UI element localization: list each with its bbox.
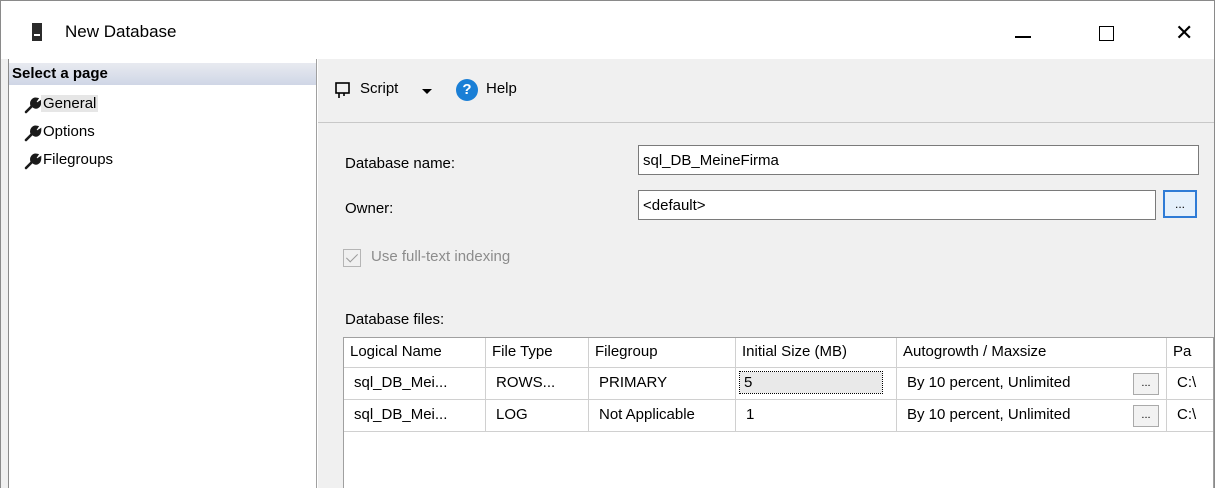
toolbar: Script ? Help: [318, 59, 1214, 123]
database-name-label: Database name:: [345, 155, 456, 172]
title-bar: New Database ✕: [1, 1, 1214, 59]
page-item-general[interactable]: General: [11, 92, 151, 118]
column-header[interactable]: Logical Name: [344, 338, 486, 368]
script-button[interactable]: Script: [333, 77, 458, 105]
autogrowth-edit-button[interactable]: ...: [1133, 405, 1159, 427]
page-item-options[interactable]: Options: [11, 120, 151, 146]
autogrowth-value: By 10 percent, Unlimited: [907, 406, 1071, 423]
logical-name-cell[interactable]: sql_DB_Mei...: [344, 368, 486, 399]
new-database-window: New Database ✕ Select a page General Opt…: [0, 0, 1215, 488]
owner-label: Owner:: [345, 200, 394, 217]
database-name-input[interactable]: [638, 145, 1199, 175]
wrench-icon: [24, 97, 42, 114]
close-icon: ✕: [1175, 21, 1194, 46]
filegroup-cell[interactable]: Not Applicable: [589, 400, 736, 431]
help-icon: ?: [456, 79, 478, 101]
fulltext-indexing-checkbox: Use full-text indexing: [343, 246, 583, 270]
help-button[interactable]: ? Help: [456, 77, 536, 105]
maximize-icon: [1099, 26, 1114, 41]
maximize-button[interactable]: [1086, 13, 1126, 53]
logical-name-cell[interactable]: sql_DB_Mei...: [344, 400, 486, 431]
wrench-icon: [24, 153, 42, 170]
select-page-header: Select a page: [9, 63, 316, 85]
page-item-label: Filegroups: [43, 151, 114, 168]
column-header[interactable]: Pa: [1167, 338, 1213, 368]
minimize-button[interactable]: [1001, 13, 1041, 53]
chevron-down-icon[interactable]: [422, 89, 432, 94]
database-app-icon: [32, 23, 42, 41]
initial-size-cell[interactable]: 1: [736, 400, 897, 431]
database-files-grid: Logical Name File Type Filegroup Initial…: [343, 337, 1214, 488]
window-title: New Database: [65, 22, 177, 41]
database-files-label: Database files:: [345, 311, 445, 328]
page-item-label: Options: [43, 123, 95, 140]
wrench-icon: [24, 125, 42, 142]
path-cell[interactable]: C:\: [1167, 368, 1213, 399]
script-label: Script: [360, 80, 399, 97]
page-item-filegroups[interactable]: Filegroups: [11, 148, 151, 174]
general-page-content: Script ? Help Database name: Owner: ... …: [318, 59, 1214, 488]
minimize-icon: [1015, 36, 1031, 38]
initial-size-cell[interactable]: 5: [736, 368, 897, 399]
file-type-cell[interactable]: LOG: [486, 400, 589, 431]
column-header[interactable]: Initial Size (MB): [736, 338, 897, 368]
window-left-edge: [1, 59, 9, 488]
fulltext-indexing-label: Use full-text indexing: [371, 248, 511, 265]
autogrowth-value: By 10 percent, Unlimited: [907, 374, 1071, 391]
path-cell[interactable]: C:\: [1167, 400, 1213, 431]
grid-header: Logical Name File Type Filegroup Initial…: [344, 338, 1213, 368]
table-row[interactable]: sql_DB_Mei... ROWS... PRIMARY 5 By 10 pe…: [344, 368, 1213, 400]
page-item-label: General: [41, 95, 99, 112]
column-header[interactable]: Filegroup: [589, 338, 736, 368]
table-row[interactable]: sql_DB_Mei... LOG Not Applicable 1 By 10…: [344, 400, 1213, 432]
close-button[interactable]: ✕: [1164, 13, 1204, 53]
initial-size-value[interactable]: 5: [738, 371, 884, 394]
checkbox-checked-icon: [343, 249, 361, 267]
owner-browse-button[interactable]: ...: [1163, 190, 1197, 218]
autogrowth-cell[interactable]: By 10 percent, Unlimited ...: [897, 368, 1167, 399]
select-page-header-label: Select a page: [12, 65, 108, 82]
column-header[interactable]: Autogrowth / Maxsize: [897, 338, 1167, 368]
column-header[interactable]: File Type: [486, 338, 589, 368]
file-type-cell[interactable]: ROWS...: [486, 368, 589, 399]
filegroup-cell[interactable]: PRIMARY: [589, 368, 736, 399]
help-label: Help: [486, 80, 517, 97]
autogrowth-edit-button[interactable]: ...: [1133, 373, 1159, 395]
select-page-pane: Select a page General Options Filegroups: [9, 59, 317, 488]
owner-input[interactable]: [638, 190, 1156, 220]
autogrowth-cell[interactable]: By 10 percent, Unlimited ...: [897, 400, 1167, 431]
script-icon: [335, 82, 350, 98]
